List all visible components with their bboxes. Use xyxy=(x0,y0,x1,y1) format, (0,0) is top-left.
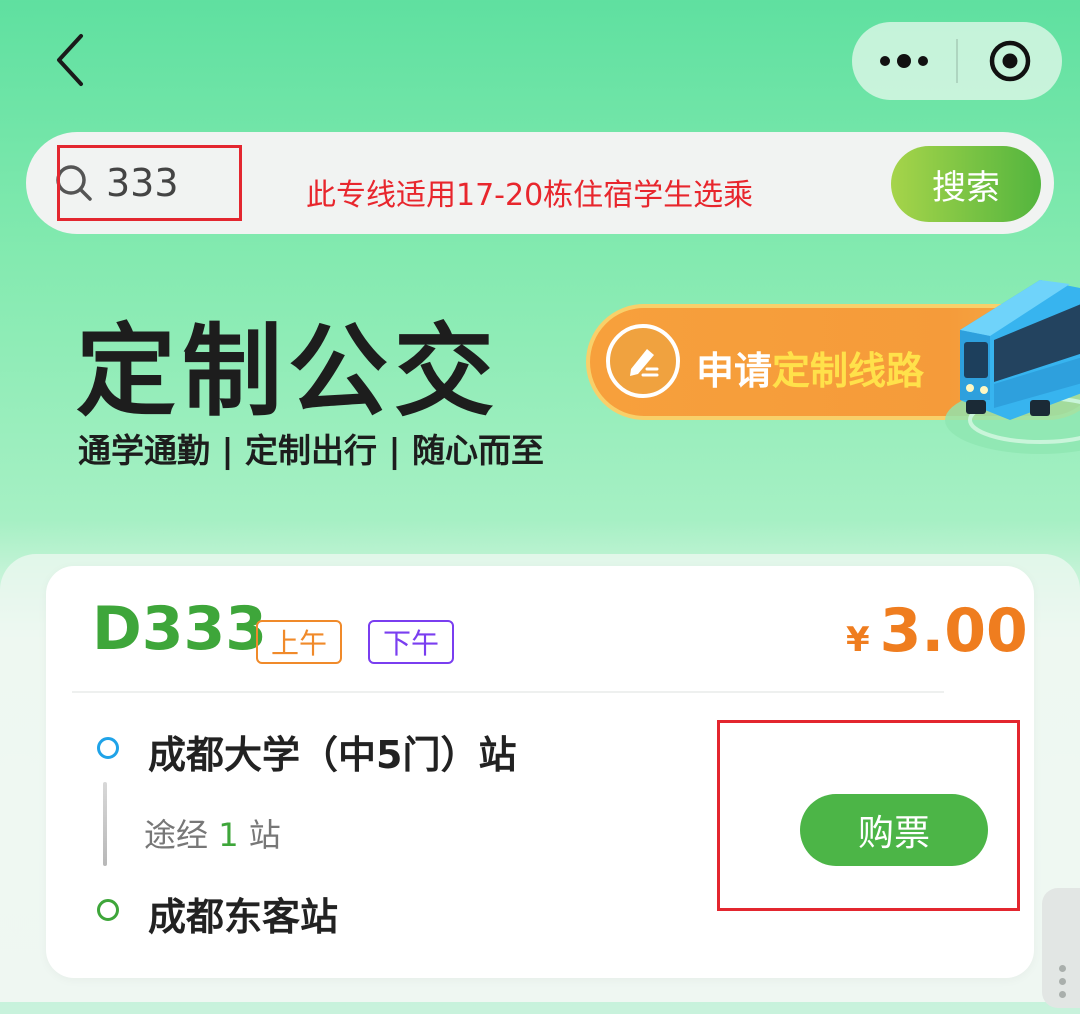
pencil-icon xyxy=(630,349,659,377)
apply-label-yellow: 定制线路 xyxy=(772,349,925,393)
handle-dot-icon xyxy=(1058,978,1066,985)
tag-morning: 上午 xyxy=(256,620,342,664)
close-button[interactable] xyxy=(958,22,1062,100)
target-close-icon xyxy=(989,40,1031,82)
end-stop: 成都东客站 xyxy=(148,895,339,939)
route-notice: 此专线适用17-20栋住宿学生选乘 xyxy=(306,178,754,213)
via-stops: 途经 1 站 xyxy=(144,810,281,856)
more-dot-center xyxy=(897,54,911,68)
search-button[interactable]: 搜索 xyxy=(891,146,1041,222)
apply-custom-route-label: 申请定制线路 xyxy=(696,340,924,395)
tag-afternoon: 下午 xyxy=(368,620,454,664)
start-stop-icon xyxy=(97,737,119,759)
more-button[interactable] xyxy=(852,22,956,100)
back-button[interactable] xyxy=(40,28,100,92)
end-stop-icon xyxy=(97,899,119,921)
mini-program-capsule xyxy=(852,22,1062,100)
buy-ticket-button[interactable]: 购票 xyxy=(800,794,988,866)
handle-dot-icon xyxy=(1058,991,1066,998)
banner-subtitle: 通学通勤 | 定制出行 | 随心而至 xyxy=(78,431,545,470)
price: ¥ 3.00 xyxy=(846,596,1028,666)
route-code: D333 xyxy=(92,594,268,664)
edit-icon xyxy=(606,324,680,398)
bus-illustration xyxy=(945,280,1080,454)
chevron-left-icon xyxy=(57,34,83,86)
handle-dot-icon xyxy=(1058,965,1066,972)
annotation-box-search xyxy=(57,145,242,221)
banner-title: 定制公交 xyxy=(76,313,500,430)
via-count: 1 xyxy=(218,816,239,854)
route-line-icon xyxy=(103,782,107,866)
more-dot-right xyxy=(918,56,928,66)
via-prefix: 途经 xyxy=(144,816,209,854)
price-currency: ¥ xyxy=(846,620,870,660)
card-divider xyxy=(72,691,944,693)
more-dots-icon xyxy=(880,56,890,66)
apply-label-white: 申请 xyxy=(696,349,773,393)
price-value: 3.00 xyxy=(879,596,1028,666)
via-suffix: 站 xyxy=(248,816,281,854)
side-drawer-handle[interactable] xyxy=(1042,888,1080,1008)
start-stop: 成都大学（中5门）站 xyxy=(148,733,517,777)
